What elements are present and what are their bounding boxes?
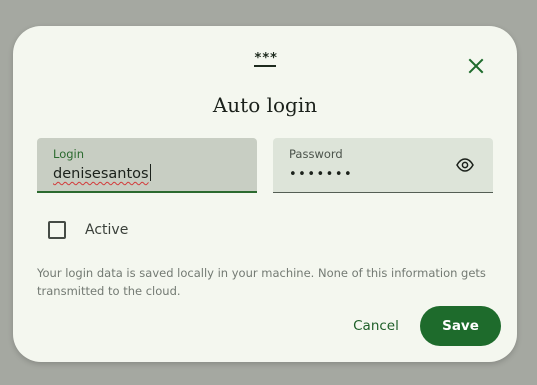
- save-button[interactable]: Save: [420, 306, 501, 346]
- password-field[interactable]: Password •••••••: [273, 138, 493, 193]
- active-option[interactable]: Active: [48, 221, 128, 239]
- close-icon: [468, 58, 484, 74]
- login-field-value-wrap[interactable]: denisesantos: [53, 164, 151, 182]
- dialog-handle: ***: [254, 51, 278, 67]
- privacy-info-text: Your login data is saved locally in your…: [37, 266, 486, 298]
- auto-login-dialog: *** Auto login Login denisesantos Passwo…: [13, 26, 517, 362]
- dialog-title: Auto login: [212, 93, 318, 117]
- password-input-value[interactable]: •••••••: [289, 167, 353, 182]
- eye-icon: [456, 158, 474, 172]
- text-caret: [149, 164, 151, 181]
- login-field[interactable]: Login denisesantos: [37, 138, 257, 193]
- show-password-button[interactable]: [455, 155, 475, 175]
- cancel-button[interactable]: Cancel: [343, 306, 409, 346]
- login-input-value[interactable]: denisesantos: [53, 166, 149, 182]
- password-field-label: Password: [289, 147, 343, 161]
- login-field-label: Login: [53, 147, 85, 161]
- active-checkbox[interactable]: [48, 221, 66, 239]
- close-button[interactable]: [463, 53, 489, 79]
- active-checkbox-label[interactable]: Active: [85, 222, 128, 238]
